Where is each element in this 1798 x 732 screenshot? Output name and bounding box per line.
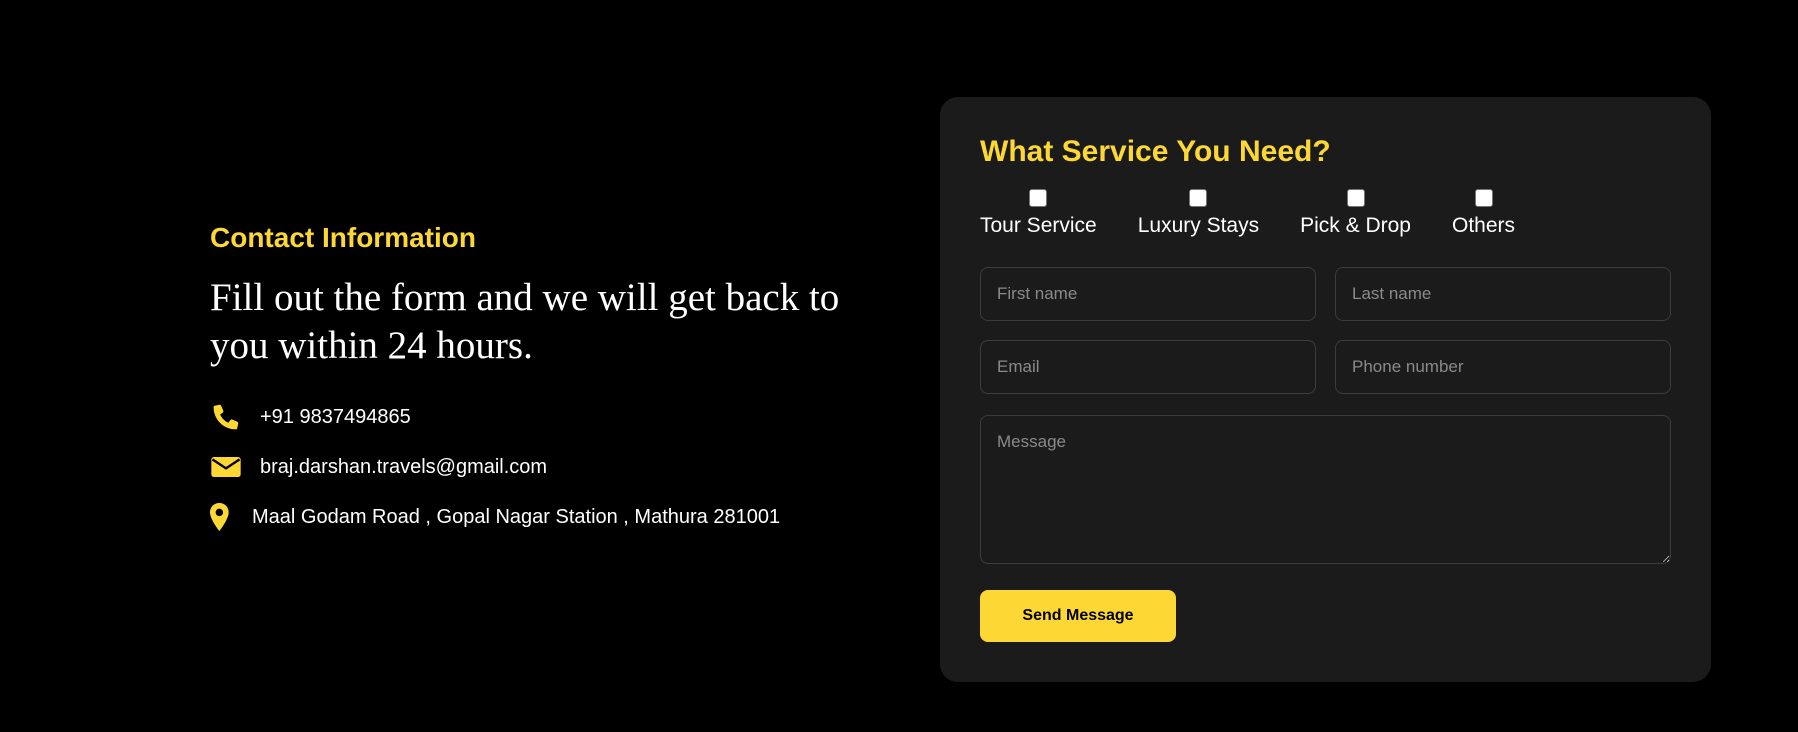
contact-lead-text: Fill out the form and we will get back t… xyxy=(210,276,840,367)
location-pin-icon xyxy=(210,501,242,533)
service-option-tour[interactable]: Tour Service xyxy=(980,189,1097,239)
envelope-icon xyxy=(210,451,242,483)
contact-phone: +91 9837494865 xyxy=(210,400,900,434)
contact-details-list: +91 9837494865 braj.darshan.travels@gmai… xyxy=(210,400,900,534)
service-label: Tour Service xyxy=(980,214,1097,237)
contact-title: Contact Information xyxy=(210,222,476,253)
service-option-pick-drop[interactable]: Pick & Drop xyxy=(1300,189,1411,239)
phone-number[interactable]: +91 9837494865 xyxy=(260,406,411,429)
contact-section: Contact Information Fill out the form an… xyxy=(0,0,1798,732)
luxury-stays-checkbox[interactable] xyxy=(1189,189,1208,207)
send-message-button[interactable]: Send Message xyxy=(980,590,1176,642)
service-options: Tour Service Luxury Stays Pick & Drop Ot… xyxy=(980,189,1515,239)
contact-email: braj.darshan.travels@gmail.com xyxy=(210,450,900,484)
phone-input[interactable] xyxy=(1335,340,1671,394)
first-name-input[interactable] xyxy=(980,267,1316,321)
address-text: Maal Godam Road , Gopal Nagar Station , … xyxy=(252,505,781,528)
service-label: Luxury Stays xyxy=(1137,214,1260,237)
service-label: Pick & Drop xyxy=(1300,214,1411,237)
pick-drop-checkbox[interactable] xyxy=(1346,189,1365,207)
service-label: Others xyxy=(1451,214,1516,237)
last-name-input[interactable] xyxy=(1335,267,1671,321)
service-option-others[interactable]: Others xyxy=(1452,189,1515,239)
others-checkbox[interactable] xyxy=(1474,189,1493,207)
phone-icon xyxy=(210,401,242,433)
contact-information: Contact Information Fill out the form an… xyxy=(210,218,900,550)
form-title: What Service You Need? xyxy=(980,135,1331,168)
email-input[interactable] xyxy=(980,340,1316,394)
service-form-card: What Service You Need? Tour Service Luxu… xyxy=(940,97,1711,682)
service-option-luxury-stays[interactable]: Luxury Stays xyxy=(1138,189,1259,239)
tour-service-checkbox[interactable] xyxy=(1029,189,1048,207)
message-textarea[interactable] xyxy=(980,415,1671,564)
contact-address: Maal Godam Road , Gopal Nagar Station , … xyxy=(210,500,900,534)
email-address[interactable]: braj.darshan.travels@gmail.com xyxy=(260,456,547,479)
